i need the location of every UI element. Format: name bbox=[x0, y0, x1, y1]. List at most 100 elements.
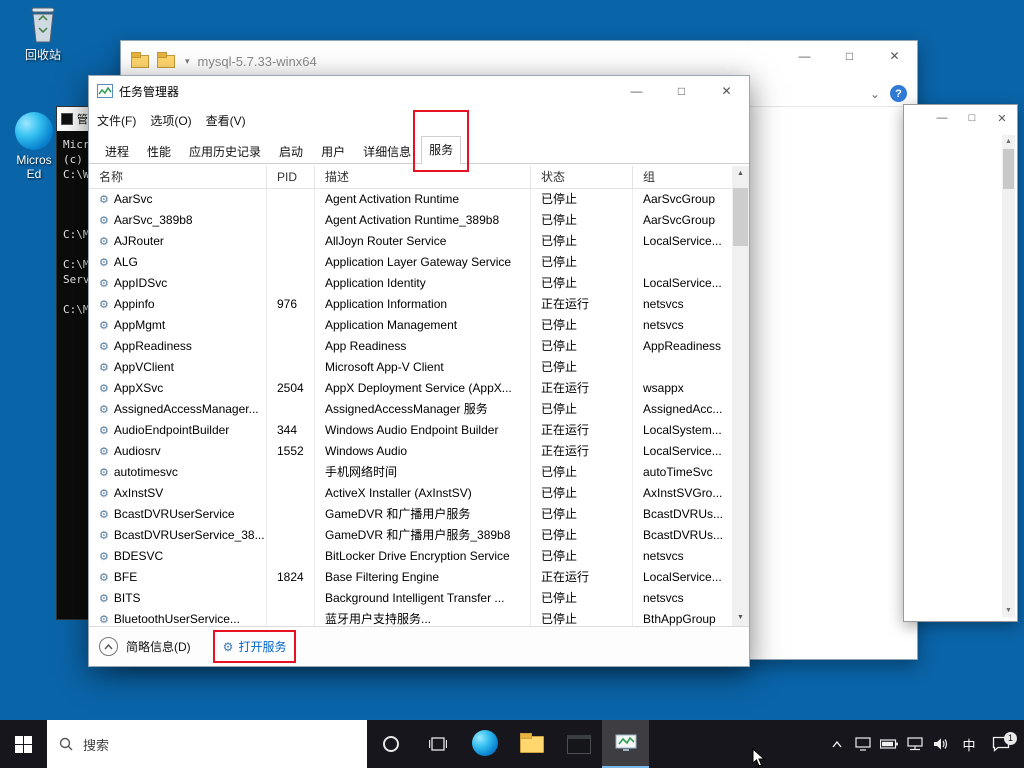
table-row[interactable]: ⚙AppIDSvc Application Identity 已停止 Local… bbox=[89, 273, 732, 294]
cell-status: 已停止 bbox=[531, 546, 633, 567]
quick-access-folder-icon[interactable] bbox=[157, 55, 175, 68]
table-header-row[interactable]: 名称PID描述状态组 bbox=[89, 166, 749, 189]
table-row[interactable]: ⚙autotimesvc 手机网络时间 已停止 autoTimeSvc bbox=[89, 462, 732, 483]
help-icon[interactable]: ? bbox=[890, 85, 907, 102]
table-row[interactable]: ⚙AppXSvc 2504 AppX Deployment Service (A… bbox=[89, 378, 732, 399]
tray-expand-button[interactable] bbox=[824, 720, 850, 768]
table-row[interactable]: ⚙AxInstSV ActiveX Installer (AxInstSV) 已… bbox=[89, 483, 732, 504]
tab-2[interactable]: 应用历史记录 bbox=[181, 138, 269, 164]
open-services-button[interactable]: ⚙ 打开服务 bbox=[217, 634, 293, 659]
scroll-up-icon[interactable]: ▲ bbox=[732, 166, 749, 182]
tab-5[interactable]: 详细信息 bbox=[355, 138, 419, 164]
tab-0[interactable]: 进程 bbox=[97, 138, 137, 164]
taskmgr-maximize-button[interactable]: □ bbox=[659, 76, 704, 106]
secondary-maximize-button[interactable]: □ bbox=[957, 105, 987, 131]
menu-item-2[interactable]: 查看(V) bbox=[206, 108, 256, 133]
cell-pid: 976 bbox=[267, 294, 315, 315]
ribbon-collapse-icon[interactable]: ⌄ bbox=[870, 87, 880, 101]
tray-network-button[interactable] bbox=[902, 720, 928, 768]
fewer-details-toggle[interactable]: 简略信息(D) bbox=[126, 638, 191, 655]
table-row[interactable]: ⚙BluetoothUserService... 蓝牙用户支持服务... 已停止… bbox=[89, 609, 732, 626]
cell-name: ⚙AarSvc_389b8 bbox=[89, 210, 267, 231]
tab-1[interactable]: 性能 bbox=[139, 138, 179, 164]
task-manager-window[interactable]: 任务管理器 — □ ✕ 文件(F)选项(O)查看(V) 进程性能应用历史记录启动… bbox=[88, 75, 750, 667]
edge-taskbar-button[interactable] bbox=[461, 720, 508, 768]
column-header-0[interactable]: 名称 bbox=[89, 166, 267, 189]
scroll-down-icon[interactable]: ▼ bbox=[732, 610, 749, 626]
table-row[interactable]: ⚙Appinfo 976 Application Information 正在运… bbox=[89, 294, 732, 315]
file-explorer-taskbar-button[interactable] bbox=[508, 720, 555, 768]
table-row[interactable]: ⚙AssignedAccessManager... AssignedAccess… bbox=[89, 399, 732, 420]
cell-name: ⚙AxInstSV bbox=[89, 483, 267, 504]
explorer-maximize-button[interactable]: □ bbox=[827, 41, 872, 71]
tray-volume-button[interactable] bbox=[928, 720, 954, 768]
secondary-close-button[interactable]: ✕ bbox=[987, 105, 1017, 131]
scroll-thumb[interactable] bbox=[733, 188, 748, 246]
cmd-taskbar-button[interactable] bbox=[555, 720, 602, 768]
tab-3[interactable]: 启动 bbox=[271, 138, 311, 164]
table-row[interactable]: ⚙BcastDVRUserService GameDVR 和广播用户服务 已停止… bbox=[89, 504, 732, 525]
table-row[interactable]: ⚙AppVClient Microsoft App-V Client 已停止 bbox=[89, 357, 732, 378]
column-header-4[interactable]: 组 bbox=[633, 166, 732, 189]
tab-6[interactable]: 服务 bbox=[421, 136, 461, 164]
tray-battery-button[interactable] bbox=[876, 720, 902, 768]
table-row[interactable]: ⚙BITS Background Intelligent Transfer ..… bbox=[89, 588, 732, 609]
cortana-button[interactable] bbox=[367, 720, 414, 768]
cell-status: 已停止 bbox=[531, 231, 633, 252]
table-scrollbar[interactable]: ▲ ▼ bbox=[732, 166, 749, 626]
table-row[interactable]: ⚙AppMgmt Application Management 已停止 nets… bbox=[89, 315, 732, 336]
table-row[interactable]: ⚙AarSvc Agent Activation Runtime 已停止 Aar… bbox=[89, 189, 732, 210]
table-row[interactable]: ⚙AarSvc_389b8 Agent Activation Runtime_3… bbox=[89, 210, 732, 231]
tab-4[interactable]: 用户 bbox=[313, 138, 353, 164]
task-manager-taskbar-button[interactable] bbox=[602, 720, 649, 768]
service-gear-icon: ⚙ bbox=[99, 257, 109, 269]
table-row[interactable]: ⚙AudioEndpointBuilder 344 Windows Audio … bbox=[89, 420, 732, 441]
explorer-close-button[interactable]: ✕ bbox=[872, 41, 917, 71]
cell-group: BcastDVRUs... bbox=[633, 525, 732, 546]
table-body: ⚙AarSvc Agent Activation Runtime 已停止 Aar… bbox=[89, 189, 732, 626]
table-row[interactable]: ⚙BcastDVRUserService_38... GameDVR 和广播用户… bbox=[89, 525, 732, 546]
taskmgr-close-button[interactable]: ✕ bbox=[704, 76, 749, 106]
scroll-down-icon[interactable]: ▼ bbox=[1002, 604, 1015, 617]
column-header-3[interactable]: 状态 bbox=[531, 166, 633, 189]
scroll-thumb[interactable] bbox=[1003, 149, 1014, 189]
cell-pid bbox=[267, 336, 315, 357]
table-row[interactable]: ⚙AJRouter AllJoyn Router Service 已停止 Loc… bbox=[89, 231, 732, 252]
secondary-window[interactable]: — □ ✕ ▲ ▼ bbox=[903, 104, 1018, 622]
cell-name: ⚙AssignedAccessManager... bbox=[89, 399, 267, 420]
notification-center-button[interactable]: 1 bbox=[984, 720, 1018, 768]
secondary-minimize-button[interactable]: — bbox=[927, 105, 957, 131]
edge-shortcut-icon[interactable]: Micros Ed bbox=[2, 112, 66, 181]
task-view-button[interactable] bbox=[414, 720, 461, 768]
ime-indicator[interactable]: 中 bbox=[954, 720, 984, 768]
chevron-down-icon[interactable]: ▾ bbox=[185, 56, 190, 67]
menu-item-1[interactable]: 选项(O) bbox=[150, 108, 201, 133]
cell-name: ⚙AppVClient bbox=[89, 357, 267, 378]
cell-group: LocalService... bbox=[633, 441, 732, 462]
table-row[interactable]: ⚙BFE 1824 Base Filtering Engine 正在运行 Loc… bbox=[89, 567, 732, 588]
taskmgr-minimize-button[interactable]: — bbox=[614, 76, 659, 106]
table-row[interactable]: ⚙ALG Application Layer Gateway Service 已… bbox=[89, 252, 732, 273]
collapse-details-icon[interactable] bbox=[99, 637, 118, 656]
column-header-2[interactable]: 描述 bbox=[315, 166, 531, 189]
speaker-icon bbox=[933, 737, 949, 751]
service-gear-icon: ⚙ bbox=[99, 299, 109, 311]
search-icon bbox=[59, 737, 73, 751]
table-row[interactable]: ⚙Audiosrv 1552 Windows Audio 正在运行 LocalS… bbox=[89, 441, 732, 462]
scroll-up-icon[interactable]: ▲ bbox=[1002, 135, 1015, 148]
explorer-minimize-button[interactable]: — bbox=[782, 41, 827, 71]
table-row[interactable]: ⚙BDESVC BitLocker Drive Encryption Servi… bbox=[89, 546, 732, 567]
service-gear-icon: ⚙ bbox=[99, 404, 109, 416]
tray-hardware-button[interactable] bbox=[850, 720, 876, 768]
cell-pid bbox=[267, 399, 315, 420]
recycle-bin-icon[interactable]: 回收站 bbox=[8, 6, 78, 63]
taskbar-search-box[interactable]: 搜索 bbox=[47, 720, 367, 768]
start-button[interactable] bbox=[0, 720, 47, 768]
explorer-window-title: mysql-5.7.33-winx64 bbox=[198, 54, 317, 69]
column-header-1[interactable]: PID bbox=[267, 166, 315, 189]
menu-item-0[interactable]: 文件(F) bbox=[97, 108, 146, 133]
cell-pid: 1552 bbox=[267, 441, 315, 462]
services-gear-icon: ⚙ bbox=[223, 640, 234, 654]
secondary-scrollbar[interactable]: ▲ ▼ bbox=[1002, 135, 1015, 617]
table-row[interactable]: ⚙AppReadiness App Readiness 已停止 AppReadi… bbox=[89, 336, 732, 357]
